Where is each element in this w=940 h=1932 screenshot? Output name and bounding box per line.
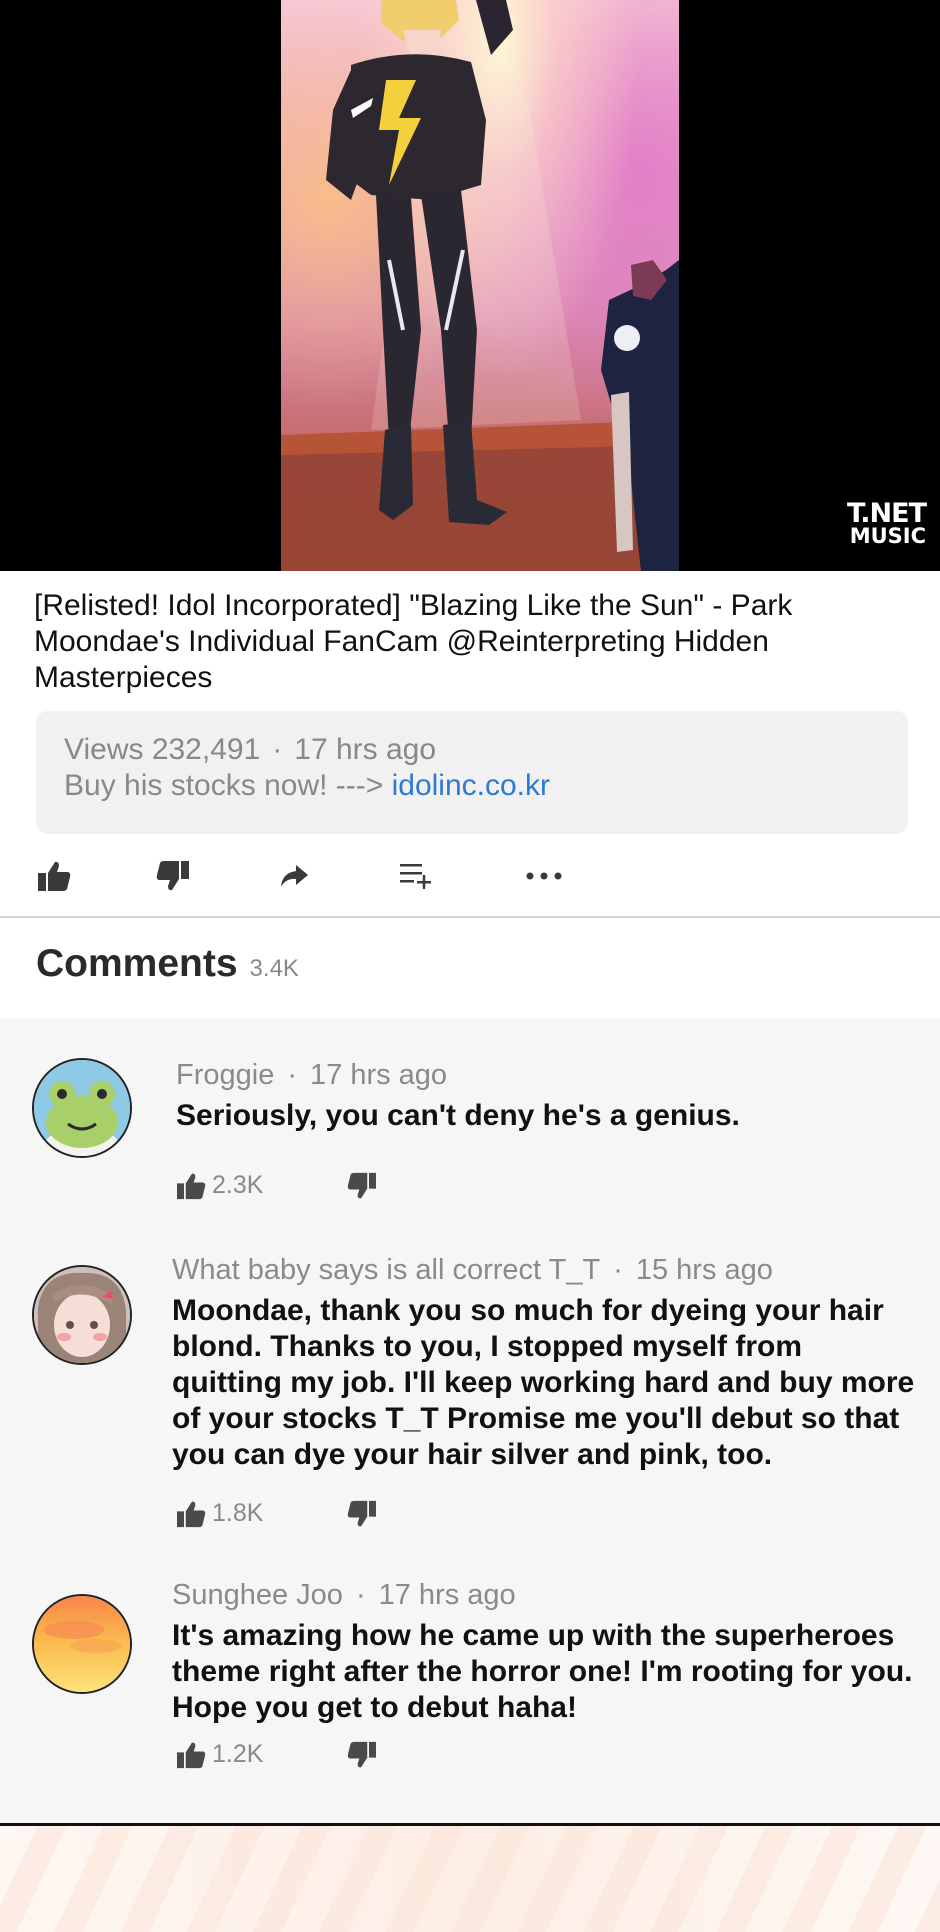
comment-time: 17 hrs ago [310,1059,448,1091]
share-button[interactable] [274,858,314,894]
views-count: Views 232,491 [64,733,261,766]
separator-dot: · [355,1579,366,1611]
comment-author[interactable]: Froggie [176,1059,274,1091]
comment-like-count: 1.2K [212,1740,264,1768]
thumbs-up-icon [38,861,71,891]
comment-meta: Sunghee Joo · 17 hrs ago [172,1579,516,1612]
more-icon [526,872,562,880]
thumbs-down-icon [347,1500,376,1527]
idol-illustration [281,0,679,571]
comments-header: Comments 3.4K [36,942,299,986]
character-avatar[interactable] [32,1265,132,1365]
comment-author[interactable]: Sunghee Joo [172,1579,343,1611]
comment-dislike-button[interactable] [347,1741,377,1774]
comments-title: Comments [36,942,238,985]
separator-dot: · [613,1254,623,1286]
video-title: [Relisted! Idol Incorporated] "Blazing L… [34,589,793,694]
frog-avatar[interactable] [32,1058,132,1158]
comment-like-button[interactable]: 2.3K [176,1171,263,1200]
comment-like-count: 2.3K [212,1171,264,1199]
comment-text: Moondae, thank you so much for dyeing yo… [172,1294,915,1471]
dislike-button[interactable] [153,858,193,894]
add-to-playlist-icon [400,864,431,889]
comment-like-button[interactable]: 1.2K [176,1740,263,1769]
comment-meta: What baby says is all correct T_T · 15 hrs… [172,1254,773,1287]
sunset-icon [34,1596,130,1692]
action-bar [0,850,940,902]
comment-time: 17 hrs ago [378,1579,516,1611]
sunset-avatar[interactable] [32,1594,132,1694]
video-thumbnail [281,0,679,571]
comment-meta: Froggie · 17 hrs ago [176,1059,447,1092]
section-divider [0,916,940,918]
comment-author[interactable]: What baby says is all correct T_T [172,1254,600,1286]
more-button[interactable] [524,858,564,894]
brand-line2: MUSIC [849,524,926,548]
thumbs-down-icon [347,1172,376,1199]
upload-time: 17 hrs ago [294,733,437,766]
thumbs-up-icon [177,1173,206,1199]
comment-like-count: 1.8K [212,1499,264,1527]
comment-time: 15 hrs ago [635,1254,773,1286]
like-button[interactable] [34,858,74,894]
video-info-box: Views 232,491 · 17 hrs ago Buy his stocks … [36,711,908,834]
video-player[interactable]: T.NET MUSIC [0,0,940,571]
comment-text: Seriously, you can't deny he's a genius. [176,1099,740,1132]
separator-dot: · [287,1059,297,1091]
add-to-playlist-button[interactable] [396,858,436,894]
next-panel-background [0,1826,940,1932]
comment-like-button[interactable]: 1.8K [176,1499,263,1528]
thumbs-up-icon [177,1501,206,1527]
thumbs-down-icon [347,1741,376,1768]
separator-dot: · [272,733,283,766]
brand-line1: T.NET [846,498,927,529]
channel-logo: T.NET MUSIC [846,498,927,548]
comments-count: 3.4K [249,955,299,982]
share-icon [281,865,308,887]
thumbs-up-icon [177,1742,206,1768]
promo-line: Buy his stocks now! ---> idolinc.co.kr [64,769,550,803]
promo-link[interactable]: idolinc.co.kr [392,769,550,802]
comments-list: Froggie · 17 hrs ago Seriously, you can't … [0,1019,940,1823]
views-line: Views 232,491 · 17 hrs ago [64,733,436,767]
comment-text: It's amazing how he came up with the sup… [172,1619,913,1724]
frog-icon [34,1060,130,1156]
promo-text: Buy his stocks now! ---> [64,769,384,802]
character-icon [34,1267,130,1363]
comment-dislike-button[interactable] [347,1500,377,1533]
thumbs-down-icon [156,861,189,891]
comment-dislike-button[interactable] [347,1172,377,1205]
